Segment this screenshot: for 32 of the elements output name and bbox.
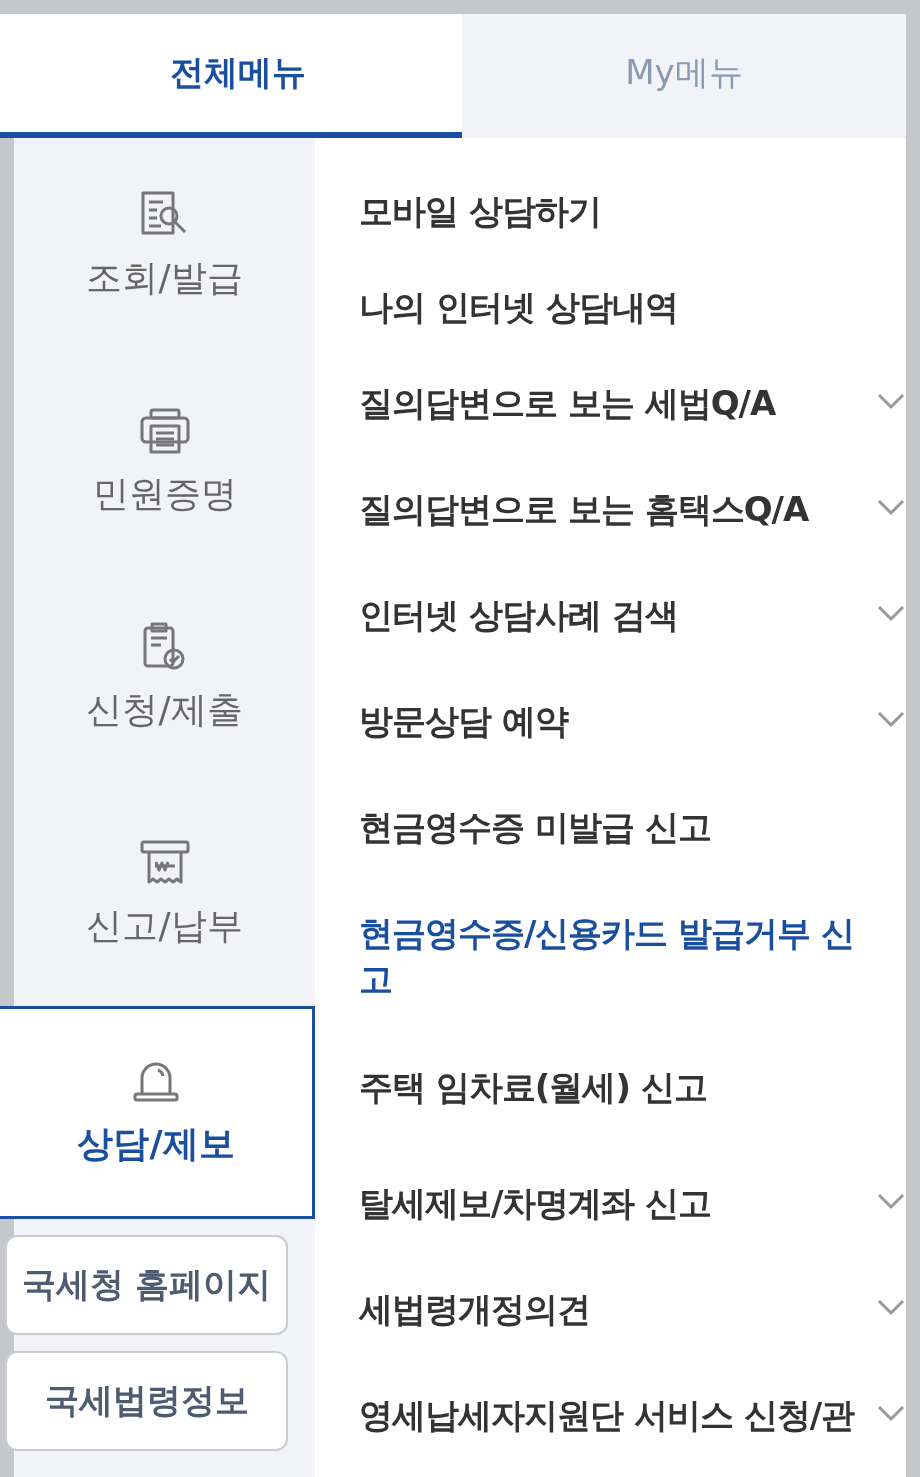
chevron-icon[interactable] xyxy=(876,392,906,410)
menu-link[interactable]: 모바일 상담하기 xyxy=(359,188,601,234)
category-label: 신고/납부 xyxy=(86,903,243,948)
menu-link[interactable]: 탈세제보/차명계좌 신고 xyxy=(359,1180,712,1226)
category-label: 민원증명 xyxy=(92,471,237,516)
menu-link[interactable]: 나의 인터넷 상담내역 xyxy=(359,284,678,330)
chevron-icon[interactable] xyxy=(876,1192,906,1210)
category-item[interactable]: 민원증명 xyxy=(0,354,315,570)
chevron-icon[interactable] xyxy=(876,498,906,516)
menu-link[interactable]: 방문상담 예약 xyxy=(359,698,568,744)
menu-link[interactable]: 질의답변으로 보는 홈택스Q/A xyxy=(359,486,809,532)
chevron-icon[interactable] xyxy=(876,710,906,728)
category-label: 신청/제출 xyxy=(86,687,243,732)
category-label: 상담/제보 xyxy=(77,1122,235,1166)
category-item[interactable]: 신청/제출 xyxy=(0,570,315,786)
category-item[interactable]: 조회/발급 xyxy=(0,138,315,354)
link-button[interactable]: 국세법령정보 xyxy=(5,1351,288,1451)
category-item[interactable]: 상담/제보 xyxy=(0,1006,315,1219)
menu-link[interactable]: 현금영수증/신용카드 발급거부 신고 xyxy=(359,910,879,1002)
menu-link[interactable]: 현금영수증 미발급 신고 xyxy=(359,804,711,850)
menu-link[interactable]: 질의답변으로 보는 세법Q/A xyxy=(359,380,776,426)
menu-link[interactable]: 주택 임차료(월세) 신고 xyxy=(359,1064,707,1110)
chevron-icon[interactable] xyxy=(876,1404,906,1422)
menu-link[interactable]: 영세납세자지원단 서비스 신청/관 xyxy=(359,1392,855,1438)
chevron-icon[interactable] xyxy=(876,1298,906,1316)
chevron-icon[interactable] xyxy=(876,604,906,622)
link-button[interactable]: 국세청 홈페이지 xyxy=(5,1235,288,1335)
menu-link[interactable]: 세법령개정의견 xyxy=(359,1286,590,1332)
category-label: 조회/발급 xyxy=(86,255,243,300)
menu-tab[interactable]: 전체메뉴 xyxy=(0,14,462,138)
menu-link[interactable]: 인터넷 상담사례 검색 xyxy=(359,592,678,638)
category-item[interactable]: 신고/납부 xyxy=(0,786,315,1002)
